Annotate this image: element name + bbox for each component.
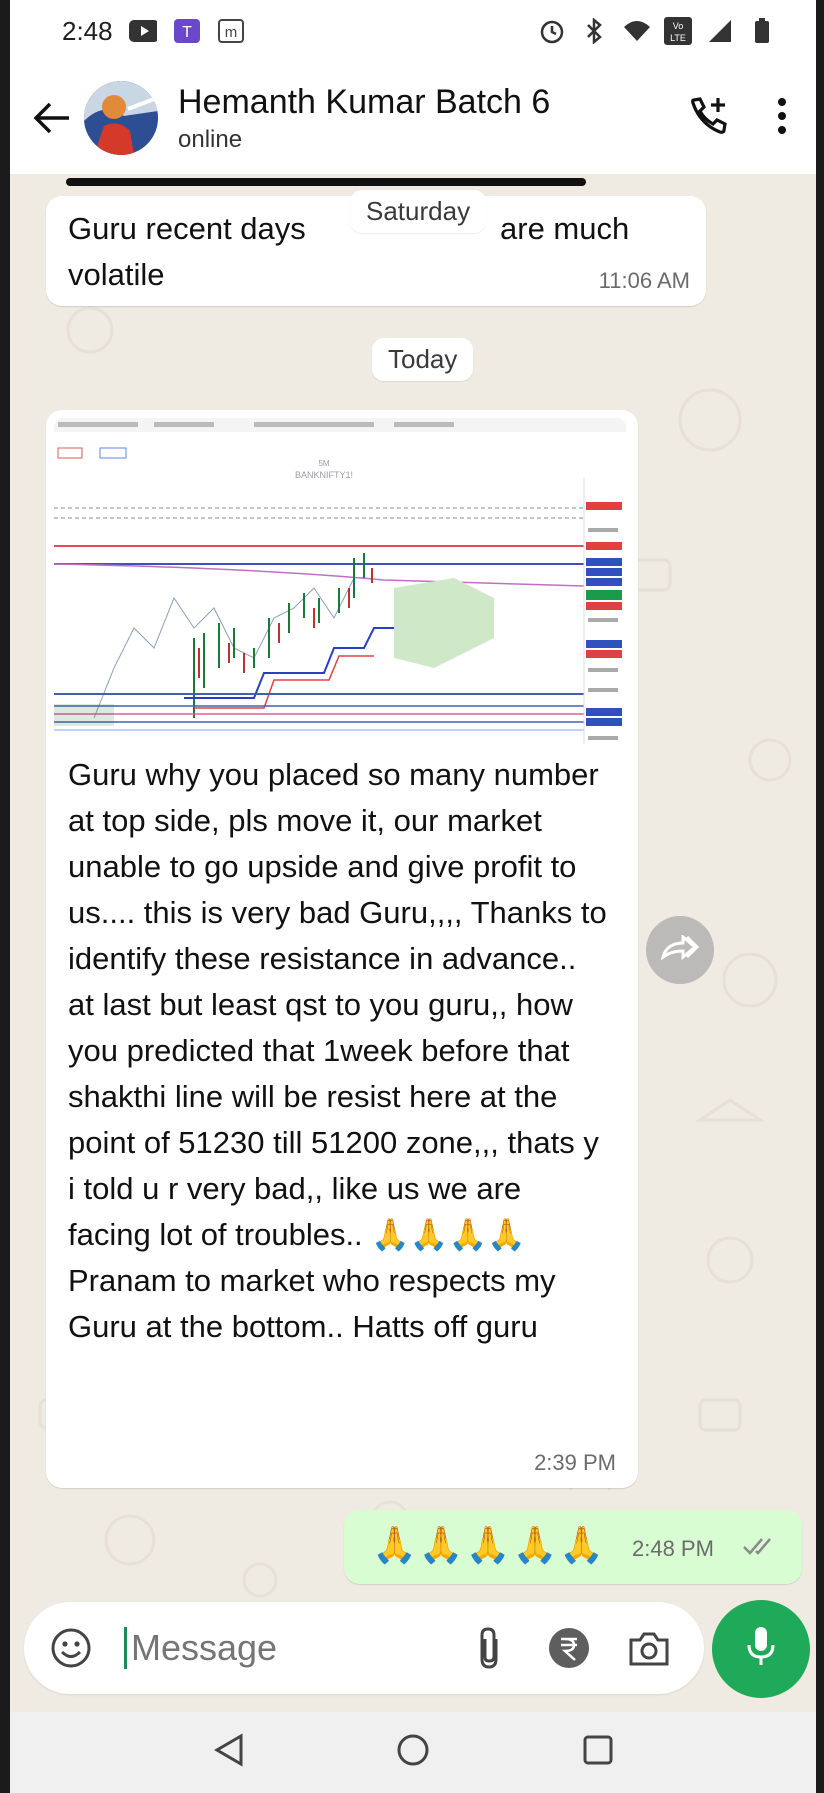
battery-icon [748, 18, 776, 44]
alarm-icon [538, 18, 566, 44]
message-text: are much [500, 211, 630, 246]
scrolled-content-edge [66, 178, 586, 186]
contact-status: online [178, 126, 243, 153]
camera-icon[interactable] [622, 1621, 676, 1675]
chart-screenshot-image[interactable]: 5M BANKNIFTY1! [54, 418, 626, 744]
mic-icon [745, 1625, 777, 1674]
volte-icon: Vo LTE [664, 17, 692, 45]
message-composer [24, 1602, 704, 1694]
voice-record-button[interactable] [712, 1600, 810, 1698]
read-ticks-icon [742, 1536, 776, 1561]
message-text: volatile [68, 257, 165, 292]
svg-text:T: T [182, 24, 192, 41]
app-icon: T [173, 18, 201, 44]
status-bar: 2:48 T m Vo LTE [10, 0, 816, 62]
attach-icon[interactable] [462, 1621, 516, 1675]
m-icon: m [217, 18, 245, 44]
youtube-icon [128, 18, 157, 44]
message-text: 🙏🙏🙏🙏🙏 [372, 1524, 607, 1565]
status-time: 2:48 [62, 15, 113, 46]
system-nav-bar [10, 1712, 816, 1793]
bluetooth-icon [580, 18, 608, 44]
message-text: Guru why you placed so many number at to… [68, 757, 607, 1344]
svg-text:Vo: Vo [673, 21, 684, 31]
message-text: Guru recent days [68, 211, 306, 246]
message-input[interactable] [124, 1627, 424, 1669]
more-vert-icon[interactable] [776, 96, 788, 141]
wifi-icon [622, 18, 650, 44]
svg-text:LTE: LTE [670, 33, 686, 43]
message-time: 11:06 AM [598, 268, 690, 293]
nav-recents-icon[interactable] [581, 1733, 615, 1772]
forward-icon [660, 933, 700, 966]
back-arrow-icon[interactable] [22, 88, 82, 148]
message-bubble-outgoing[interactable]: 🙏🙏🙏🙏🙏 2:48 PM [344, 1510, 802, 1584]
rupee-icon[interactable] [542, 1621, 596, 1675]
contact-avatar[interactable] [84, 81, 158, 155]
message-time: 2:48 PM [632, 1536, 714, 1561]
message-bubble-incoming[interactable]: 5M BANKNIFTY1! Guru why you placed so ma… [46, 410, 638, 1488]
chat-title-block[interactable]: Hemanth Kumar Batch 6 online [178, 82, 550, 154]
emoji-icon[interactable] [44, 1621, 98, 1675]
phone-screen: 2:48 T m Vo LTE Hemanth Kumar Batch 6 on… [10, 0, 816, 1793]
add-call-icon[interactable] [688, 94, 732, 143]
nav-home-icon[interactable] [395, 1732, 431, 1773]
contact-name: Hemanth Kumar Batch 6 [178, 83, 551, 121]
chart-symbol-label: BANKNIFTY1! [295, 470, 353, 480]
svg-text:m: m [224, 24, 237, 41]
signal-icon [706, 18, 734, 44]
date-divider-today: Today [372, 338, 474, 381]
chart-interval-label: 5M [318, 459, 329, 468]
nav-back-icon[interactable] [211, 1732, 245, 1773]
chat-header: Hemanth Kumar Batch 6 online [10, 62, 816, 174]
message-time: 2:39 PM [534, 1450, 616, 1475]
forward-button[interactable] [646, 916, 714, 984]
floating-date-chip: Saturday [350, 190, 487, 233]
